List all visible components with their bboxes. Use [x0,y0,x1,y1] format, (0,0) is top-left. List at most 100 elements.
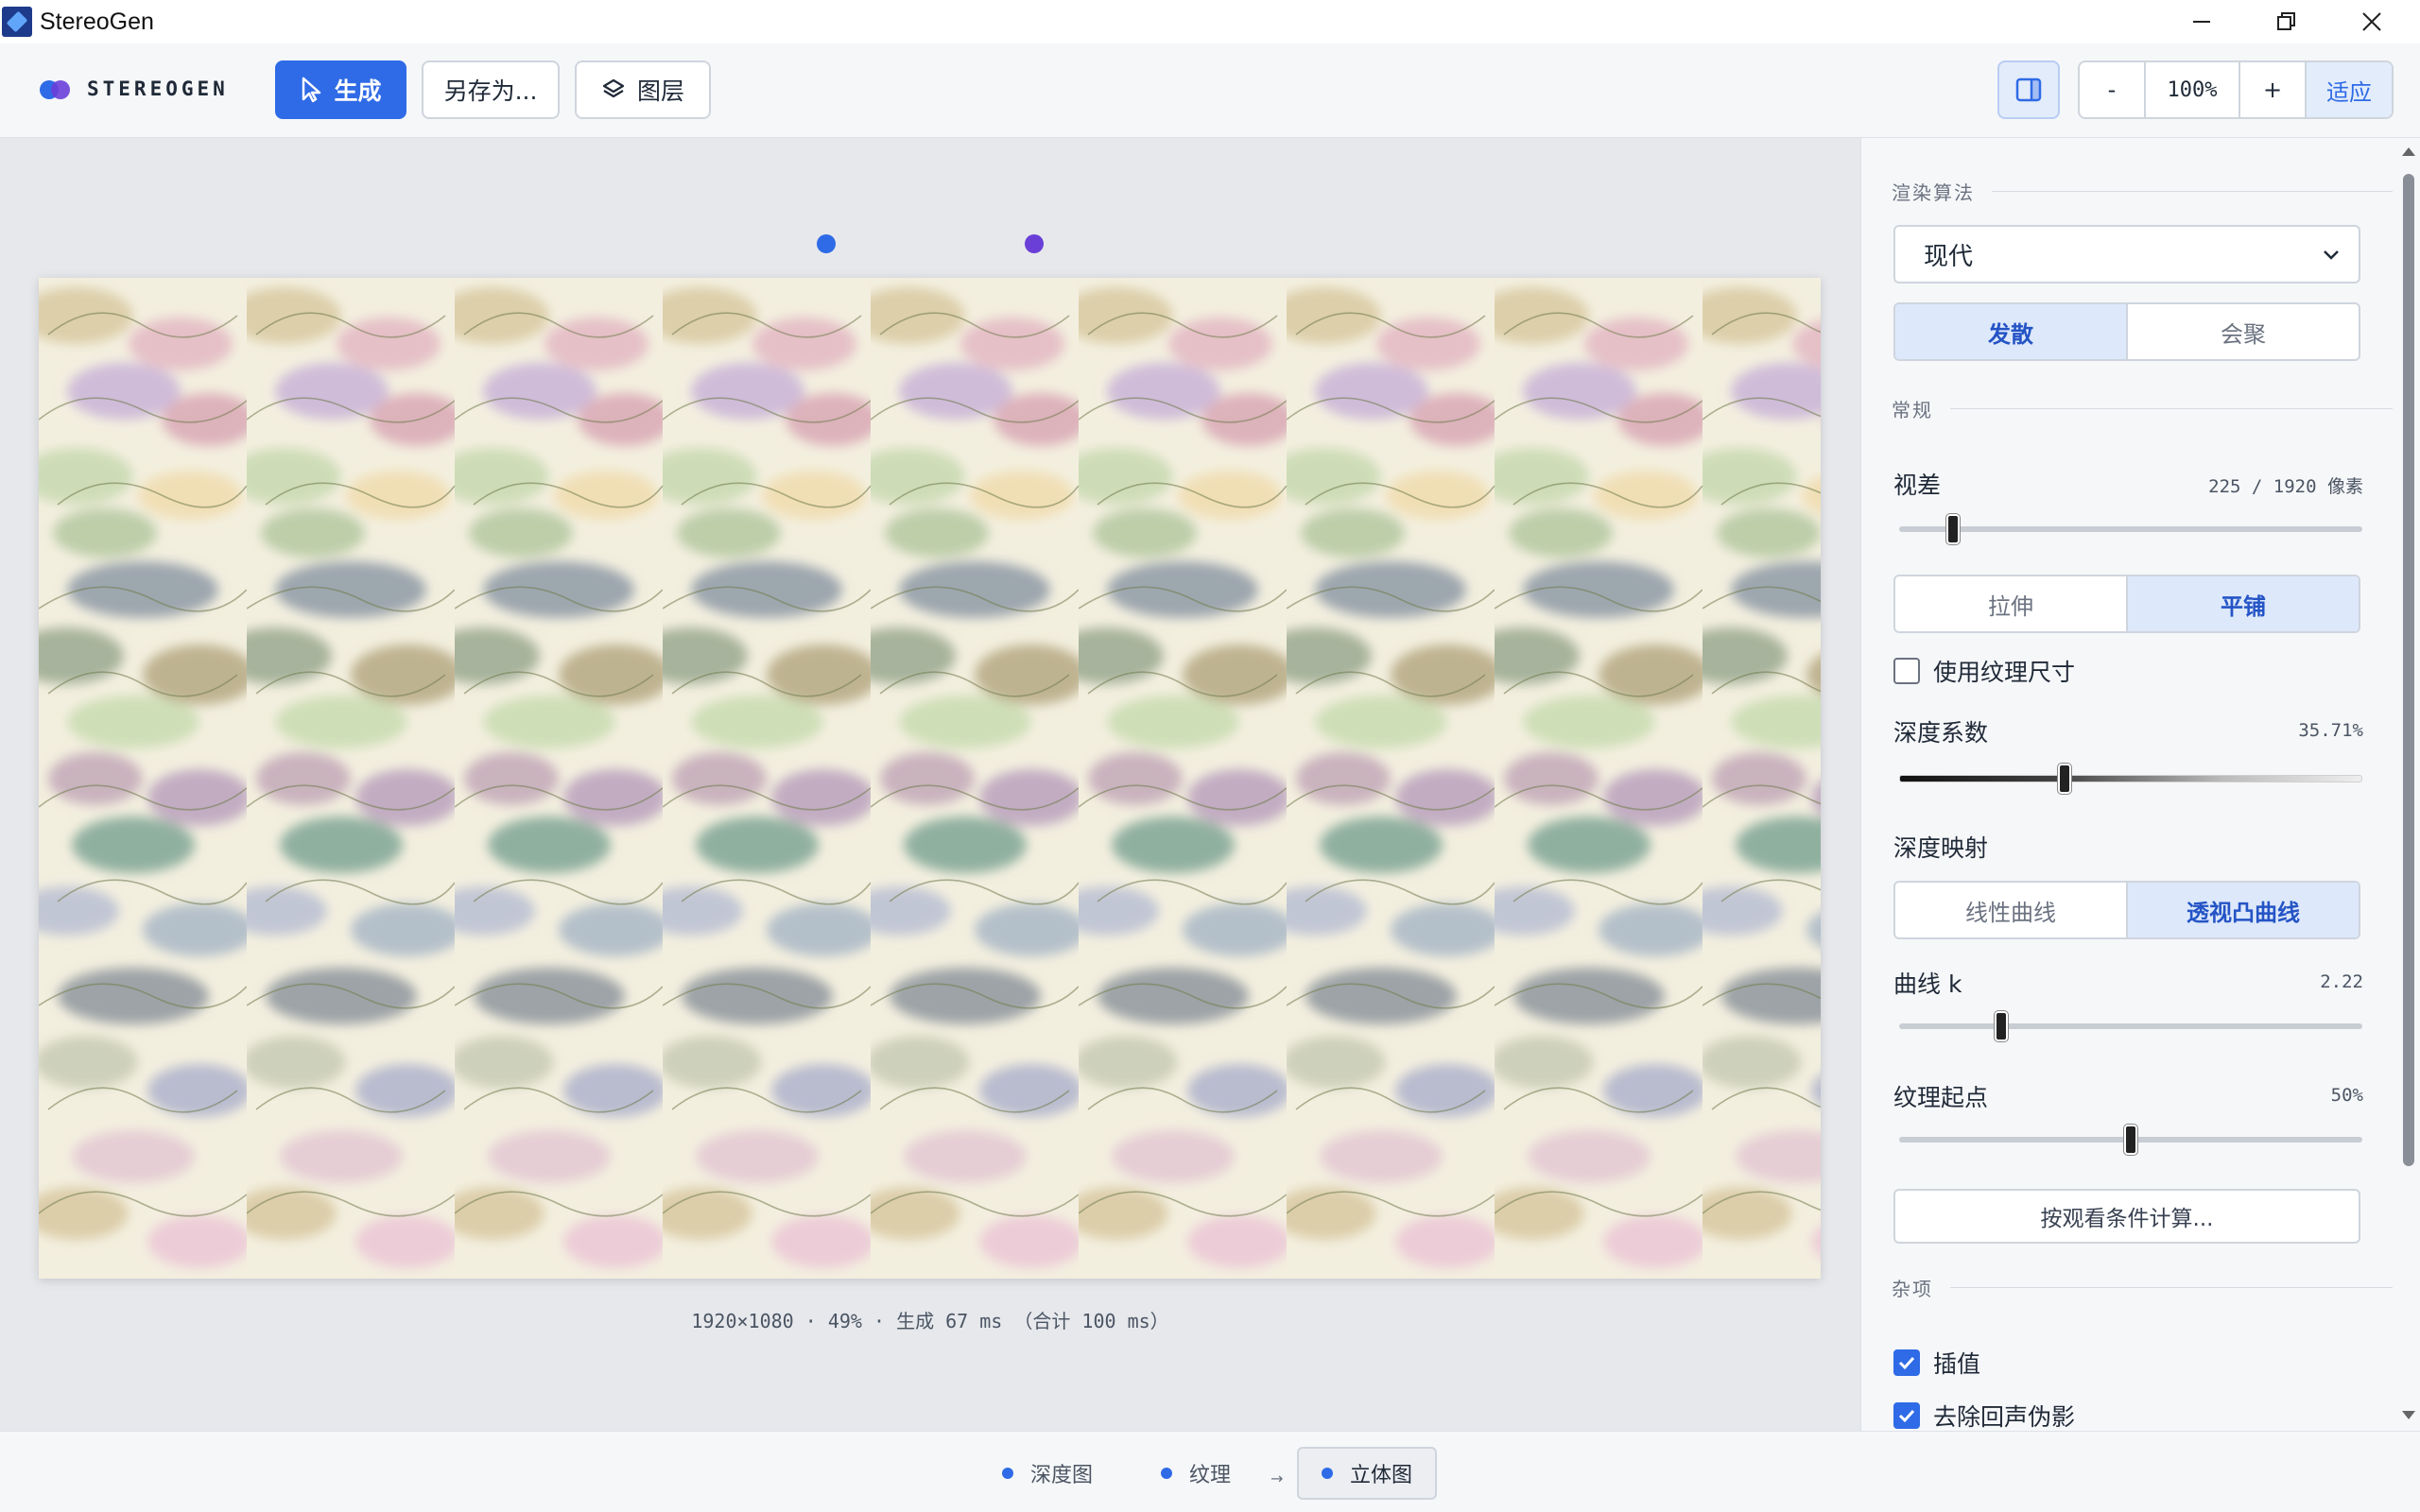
toolbar: STEREOGEN 生成 另存为... 图层 - 100% + 适应 [0,43,2420,138]
right-eye-guide-dot [1025,234,1044,253]
curve-k-slider-thumb[interactable] [1994,1011,2008,1041]
curve-k-slider[interactable] [1899,1009,2362,1043]
generate-button[interactable]: 生成 [275,60,406,119]
left-eye-guide-dot [817,234,836,253]
use-texture-size-box[interactable] [1893,658,1920,684]
section-render-algorithm: 渲染算法 [1892,178,2393,205]
close-icon [2362,12,2381,31]
depth-factor-slider-thumb[interactable] [2057,764,2071,794]
minimize-icon [2193,21,2210,23]
parallax-label: 视差 [1893,472,1942,499]
texture-label: 纹理 [1189,1464,1232,1487]
fill-tile[interactable]: 平铺 [2126,576,2359,631]
texture-origin-value: 50% [2330,1085,2363,1106]
cursor-icon [302,77,321,103]
depth-factor-value: 35.71% [2298,720,2363,741]
fill-stretch[interactable]: 拉伸 [1895,576,2126,631]
algorithm-select-value: 现代 [1924,242,1974,271]
depth-factor-slider[interactable] [1899,762,2362,796]
parallax-slider-thumb[interactable] [1946,514,1961,544]
misc-section-label: 杂项 [1892,1278,1933,1300]
brand-dots-icon [40,78,74,99]
stereogram-label: 立体图 [1350,1464,1413,1487]
sidebar-panel-icon [2015,77,2042,102]
depth-factor-label: 深度系数 [1893,719,1989,747]
stereogram-texture [39,278,1821,1279]
interpolate-checkbox[interactable]: 插值 [1893,1346,1980,1380]
restore-button[interactable] [2244,0,2329,43]
mode-convergent[interactable]: 会聚 [2126,304,2359,359]
interpolate-label: 插值 [1933,1350,1981,1378]
zoom-in-button[interactable]: + [2240,62,2307,117]
section-general: 常规 [1892,395,2393,422]
checkmark-icon [1898,1409,1915,1423]
use-texture-size-checkbox[interactable]: 使用纹理尺寸 [1893,654,2075,688]
general-section-label: 常规 [1892,399,1933,421]
minimize-button[interactable] [2159,0,2244,43]
layers-button[interactable]: 图层 [575,60,711,119]
parallax-value: 225 / 1920 像素 [2208,476,2363,497]
app-icon [2,7,32,37]
curve-k-slider-track [1899,1023,2362,1029]
viewing-mode-toggle: 发散 会聚 [1893,302,2360,361]
window-title: StereoGen [40,8,154,35]
scrollbar-thumb[interactable] [2403,174,2414,1166]
brand-name: STEREOGEN [87,77,229,100]
algorithm-select[interactable]: 现代 [1893,225,2360,284]
remove-echo-checkbox[interactable]: 去除回声伪影 [1893,1399,2075,1431]
stereogram-dot-icon [1322,1468,1333,1479]
close-button[interactable] [2329,0,2414,43]
panel-scrollbar[interactable] [2397,138,2420,1431]
generate-label: 生成 [334,77,382,105]
depth-mapping-toggle: 线性曲线 透视凸曲线 [1893,881,2360,939]
title-bar: StereoGen [0,0,2420,43]
save-as-button[interactable]: 另存为... [422,60,560,119]
parallax-slider[interactable] [1899,512,2362,546]
texture-origin-label: 纹理起点 [1893,1084,1989,1111]
fill-mode-toggle: 拉伸 平铺 [1893,575,2360,633]
stereogram-image[interactable] [39,278,1821,1279]
zoom-controls: - 100% + 适应 [2078,60,2394,119]
calculate-viewing-conditions-button[interactable]: 按观看条件计算... [1893,1189,2360,1244]
checkmark-icon [1898,1356,1915,1370]
texture-dot-icon [1161,1468,1172,1479]
pipeline-bar: 深度图 纹理 → 立体图 [0,1431,2420,1512]
chevron-down-icon [2324,250,2339,260]
layers-label: 图层 [636,77,684,105]
remove-echo-label: 去除回声伪影 [1933,1403,2076,1431]
pipeline-stereogram[interactable]: 立体图 [1297,1447,1438,1500]
mapping-linear[interactable]: 线性曲线 [1895,883,2126,937]
brand-logo: STEREOGEN [40,77,229,100]
canvas-area[interactable]: 1920×1080 · 49% · 生成 67 ms （合计 100 ms） [0,138,1860,1431]
fit-button[interactable]: 适应 [2307,62,2392,117]
layers-icon [602,78,625,98]
restore-icon [2277,12,2295,30]
zoom-level: 100% [2146,62,2240,117]
pipeline-depth-map[interactable]: 深度图 [979,1447,1115,1500]
interpolate-box[interactable] [1893,1349,1920,1376]
zoom-out-button[interactable]: - [2080,62,2146,117]
scroll-up-icon[interactable] [2402,147,2415,156]
depth-map-dot-icon [1002,1468,1013,1479]
toggle-panel-button[interactable] [1997,60,2060,119]
scroll-down-icon[interactable] [2402,1411,2415,1419]
texture-origin-slider[interactable] [1899,1123,2362,1157]
use-texture-size-label: 使用纹理尺寸 [1933,659,2076,686]
depth-map-label: 深度图 [1030,1464,1094,1487]
save-as-label: 另存为... [443,77,538,105]
parallax-slider-track [1899,526,2362,532]
settings-panel: 渲染算法 现代 发散 会聚 常规 视差 225 / 1920 像素 拉伸 平铺 … [1860,138,2420,1431]
remove-echo-box[interactable] [1893,1402,1920,1429]
depth-mapping-label: 深度映射 [1893,834,1989,862]
section-misc: 杂项 [1892,1274,2393,1301]
mode-divergent[interactable]: 发散 [1895,304,2126,359]
arrow-right-icon: → [1270,1469,1284,1487]
depth-factor-slider-track [1899,775,2362,782]
curve-k-value: 2.22 [2320,971,2363,992]
curve-k-label: 曲线 k [1893,971,1962,998]
pipeline-texture[interactable]: 纹理 [1138,1447,1253,1500]
texture-origin-slider-thumb[interactable] [2124,1125,2137,1155]
render-section-label: 渲染算法 [1892,181,1975,204]
mapping-perspective-convex[interactable]: 透视凸曲线 [2126,883,2359,937]
canvas-info: 1920×1080 · 49% · 生成 67 ms （合计 100 ms） [691,1310,1169,1332]
